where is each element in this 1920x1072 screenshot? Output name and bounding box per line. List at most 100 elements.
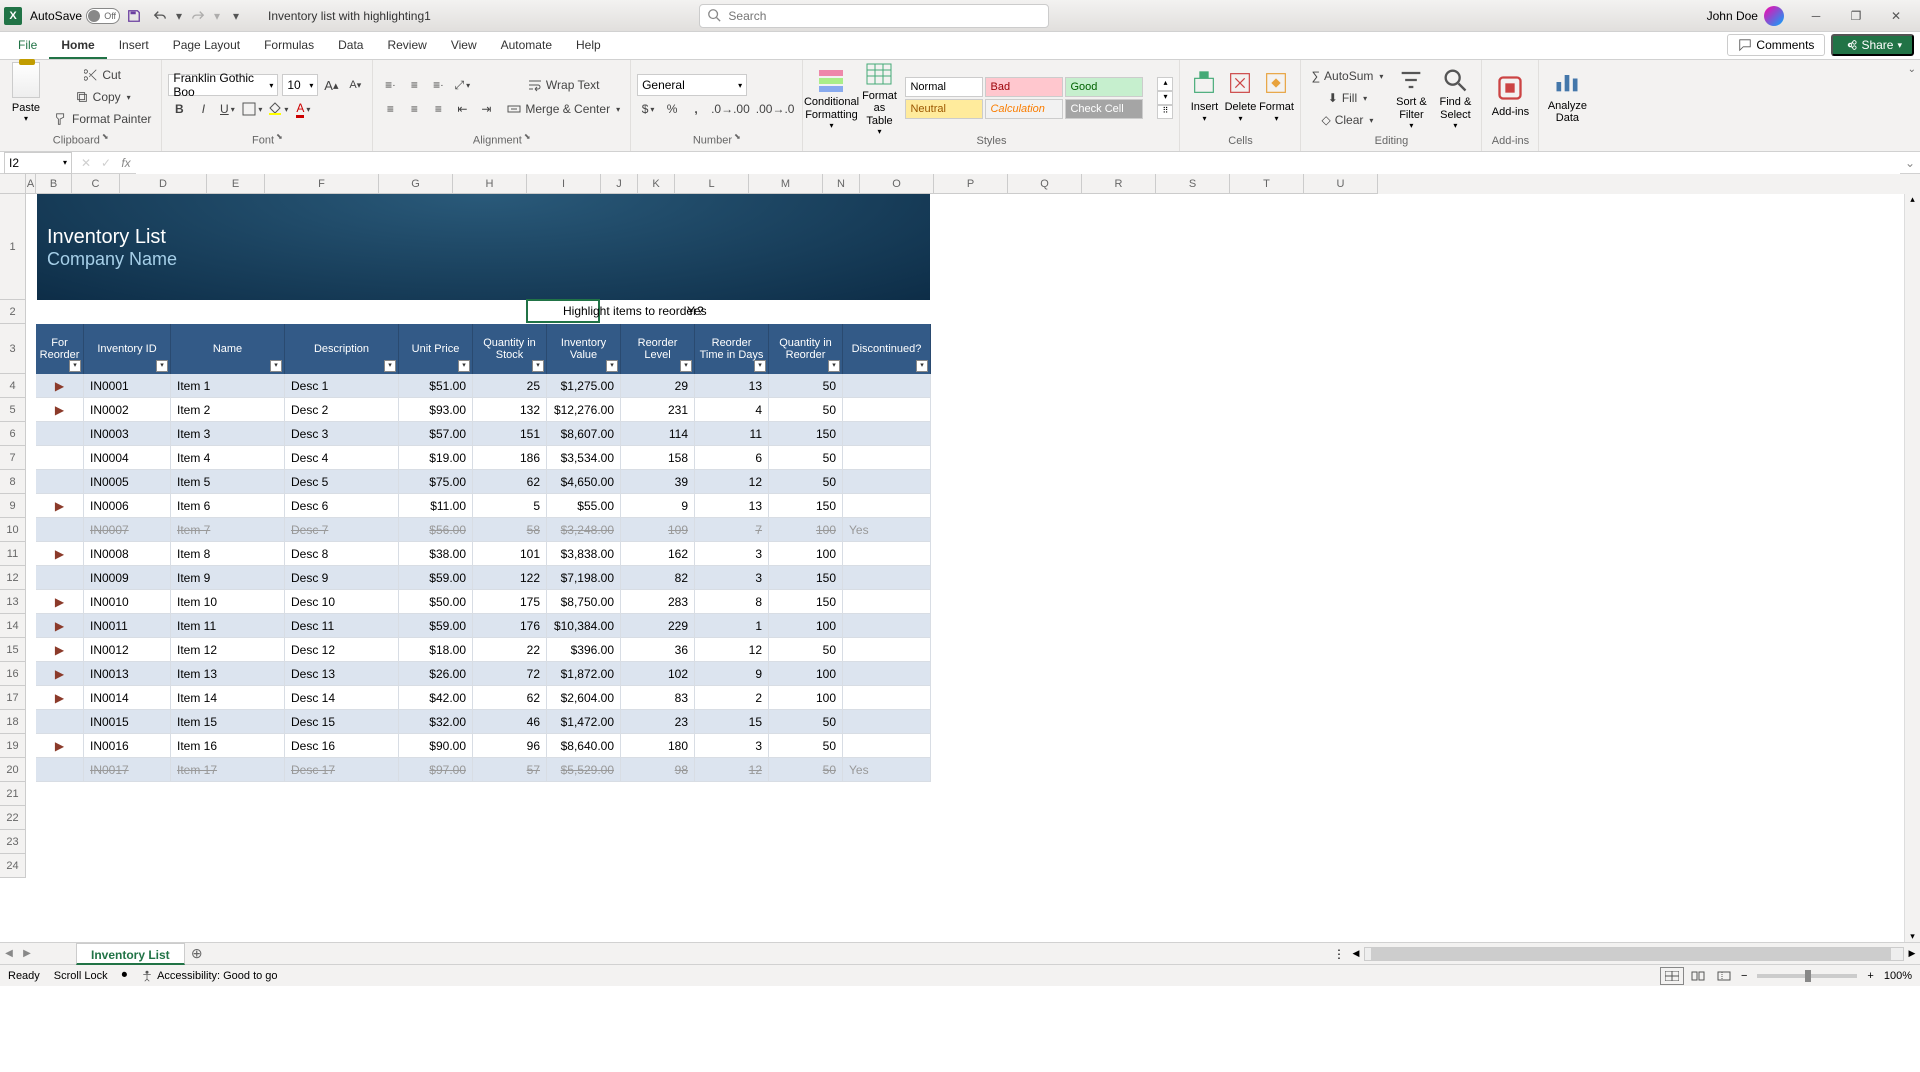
cell-desc[interactable]: Desc 3 — [285, 422, 399, 446]
col-header-N[interactable]: N — [823, 174, 860, 194]
table-row[interactable]: IN0015Item 15Desc 15$32.0046$1,472.00231… — [36, 710, 931, 734]
styles-more-icon[interactable]: ⠿ — [1157, 105, 1173, 119]
cell-desc[interactable]: Desc 14 — [285, 686, 399, 710]
cell-disc[interactable] — [843, 494, 931, 518]
cell-reord[interactable]: 231 — [621, 398, 695, 422]
cell-qty[interactable]: 186 — [473, 446, 547, 470]
cell-val[interactable]: $5,529.00 — [547, 758, 621, 782]
tab-formulas[interactable]: Formulas — [252, 31, 326, 59]
cell-disc[interactable] — [843, 374, 931, 398]
horizontal-scrollbar[interactable] — [1364, 947, 1904, 961]
cell-desc[interactable]: Desc 5 — [285, 470, 399, 494]
cell-price[interactable]: $93.00 — [399, 398, 473, 422]
cell-qre[interactable]: 50 — [769, 734, 843, 758]
table-row[interactable]: IN0007Item 7Desc 7$56.0058$3,248.0010971… — [36, 518, 931, 542]
select-all-corner[interactable] — [0, 174, 26, 194]
cell-disc[interactable] — [843, 686, 931, 710]
cell-name[interactable]: Item 3 — [171, 422, 285, 446]
cell-qty[interactable]: 175 — [473, 590, 547, 614]
scroll-up-icon[interactable]: ▴ — [1905, 194, 1920, 205]
row-header-20[interactable]: 20 — [0, 758, 26, 782]
cell-days[interactable]: 15 — [695, 710, 769, 734]
macro-record-icon[interactable]: ⏺ — [122, 969, 128, 982]
row-header-17[interactable]: 17 — [0, 686, 26, 710]
orientation-icon[interactable]: ⤢▾ — [451, 74, 473, 96]
cell-disc[interactable] — [843, 566, 931, 590]
cell-qre[interactable]: 150 — [769, 590, 843, 614]
cell-days[interactable]: 13 — [695, 494, 769, 518]
row-header-2[interactable]: 2 — [0, 300, 26, 324]
cell-val[interactable]: $396.00 — [547, 638, 621, 662]
cell-price[interactable]: $51.00 — [399, 374, 473, 398]
cell-price[interactable]: $97.00 — [399, 758, 473, 782]
cell-desc[interactable]: Desc 2 — [285, 398, 399, 422]
cell-name[interactable]: Item 5 — [171, 470, 285, 494]
filter-icon[interactable]: ▾ — [606, 360, 618, 372]
cell-name[interactable]: Item 13 — [171, 662, 285, 686]
cell-flag[interactable]: ▶ — [36, 734, 84, 758]
cell-id[interactable]: IN0015 — [84, 710, 171, 734]
cell-styles-gallery[interactable]: Normal Bad Good Neutral Calculation Chec… — [905, 77, 1155, 119]
table-header-8[interactable]: Reorder Time in Days▾ — [695, 324, 769, 374]
comments-button[interactable]: Comments — [1727, 34, 1825, 56]
cell-disc[interactable] — [843, 710, 931, 734]
filter-icon[interactable]: ▾ — [69, 360, 81, 372]
bold-button[interactable]: B — [168, 98, 190, 120]
share-button[interactable]: Share ▾ — [1831, 34, 1914, 56]
cell-price[interactable]: $18.00 — [399, 638, 473, 662]
filter-icon[interactable]: ▾ — [458, 360, 470, 372]
row-header-21[interactable]: 21 — [0, 782, 26, 806]
table-header-1[interactable]: Inventory ID▾ — [84, 324, 171, 374]
alignment-dialog-icon[interactable]: ⬊ — [524, 132, 531, 141]
page-break-view-icon[interactable] — [1712, 967, 1736, 985]
decrease-decimal-icon[interactable]: .00→.0 — [754, 98, 797, 120]
sheet-nav-next-icon[interactable]: ▶ — [18, 948, 36, 959]
increase-decimal-icon[interactable]: .0→.00 — [709, 98, 752, 120]
col-header-C[interactable]: C — [72, 174, 120, 194]
cell-name[interactable]: Item 2 — [171, 398, 285, 422]
cell-qre[interactable]: 50 — [769, 638, 843, 662]
cell-qty[interactable]: 72 — [473, 662, 547, 686]
table-row[interactable]: ▶IN0010Item 10Desc 10$50.00175$8,750.002… — [36, 590, 931, 614]
align-right-icon[interactable]: ≡ — [427, 98, 449, 120]
font-name-combo[interactable]: Franklin Gothic Boo▾ — [168, 74, 278, 96]
delete-cells-button[interactable]: Delete▾ — [1222, 62, 1258, 128]
cell-price[interactable]: $75.00 — [399, 470, 473, 494]
cell-name[interactable]: Item 6 — [171, 494, 285, 518]
spreadsheet-grid[interactable]: ABCDEFGHIJKLMNOPQRSTU 123456789101112131… — [0, 174, 1920, 942]
cell-flag[interactable]: ▶ — [36, 494, 84, 518]
cell-disc[interactable] — [843, 662, 931, 686]
table-header-3[interactable]: Description▾ — [285, 324, 399, 374]
col-header-I[interactable]: I — [527, 174, 601, 194]
cell-reord[interactable]: 180 — [621, 734, 695, 758]
cell-val[interactable]: $3,534.00 — [547, 446, 621, 470]
cell-reord[interactable]: 82 — [621, 566, 695, 590]
qat-customize-icon[interactable]: ▾ — [224, 4, 248, 28]
cell-days[interactable]: 6 — [695, 446, 769, 470]
cell-id[interactable]: IN0003 — [84, 422, 171, 446]
cell-days[interactable]: 7 — [695, 518, 769, 542]
conditional-formatting-button[interactable]: Conditional Formatting▾ — [809, 65, 853, 131]
table-row[interactable]: ▶IN0006Item 6Desc 6$11.005$55.00913150 — [36, 494, 931, 518]
number-dialog-icon[interactable]: ⬊ — [734, 132, 741, 141]
format-as-table-button[interactable]: Format as Table▾ — [857, 65, 901, 131]
cell-price[interactable]: $38.00 — [399, 542, 473, 566]
cell-reord[interactable]: 23 — [621, 710, 695, 734]
cut-button[interactable]: Cut — [50, 64, 155, 86]
clear-button[interactable]: ◇Clear▾ — [1307, 109, 1387, 131]
row-header-6[interactable]: 6 — [0, 422, 26, 446]
align-center-icon[interactable]: ≡ — [403, 98, 425, 120]
col-header-F[interactable]: F — [265, 174, 379, 194]
row-header-22[interactable]: 22 — [0, 806, 26, 830]
cell-days[interactable]: 11 — [695, 422, 769, 446]
search-input[interactable] — [699, 4, 1049, 28]
border-button[interactable]: ▾ — [240, 98, 264, 120]
cell-price[interactable]: $32.00 — [399, 710, 473, 734]
cell-disc[interactable] — [843, 446, 931, 470]
cell-qty[interactable]: 25 — [473, 374, 547, 398]
cell-flag[interactable] — [36, 446, 84, 470]
cell-days[interactable]: 3 — [695, 542, 769, 566]
table-row[interactable]: ▶IN0001Item 1Desc 1$51.0025$1,275.002913… — [36, 374, 931, 398]
filter-icon[interactable]: ▾ — [754, 360, 766, 372]
cell-price[interactable]: $19.00 — [399, 446, 473, 470]
